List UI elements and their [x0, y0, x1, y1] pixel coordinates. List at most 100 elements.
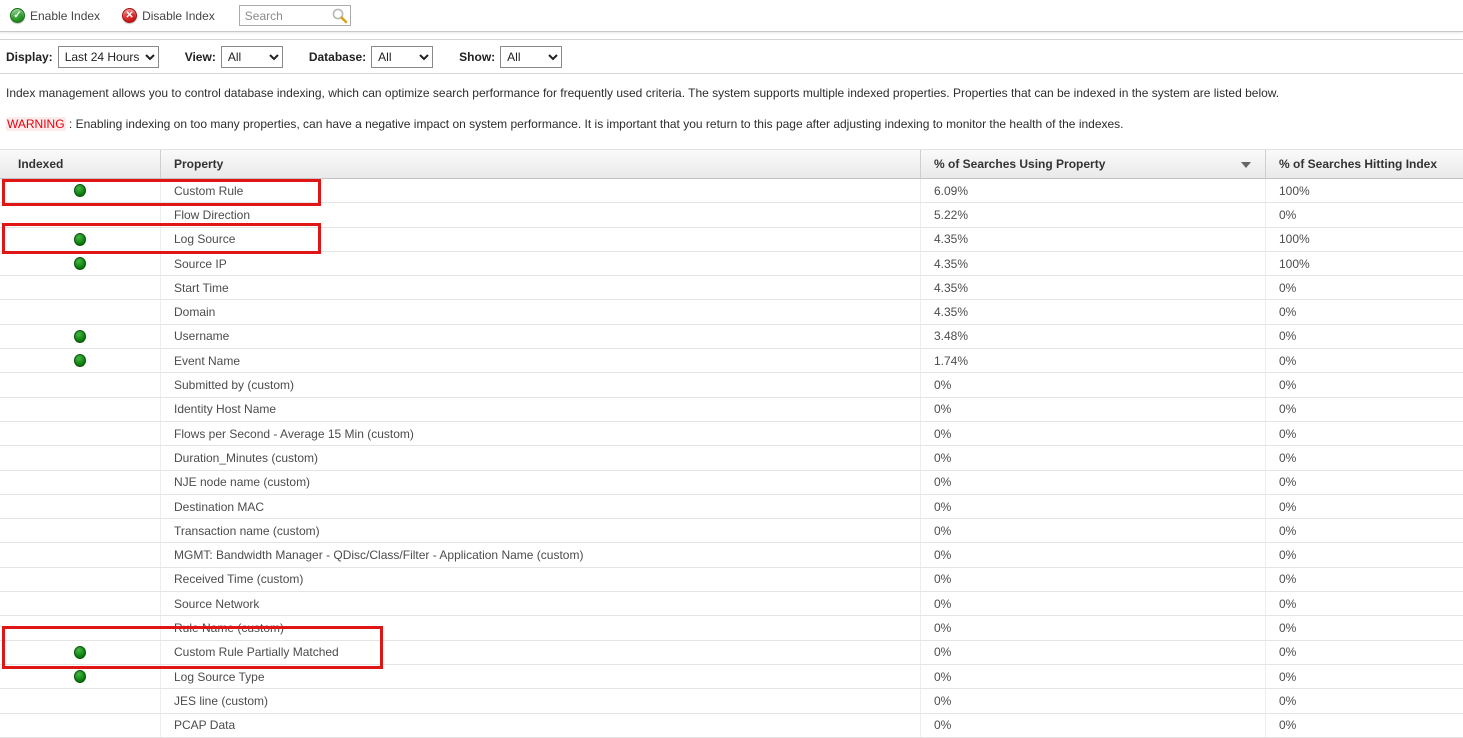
table-row[interactable]: JES line (custom) 0% 0% — [0, 689, 1463, 713]
filter-select-display[interactable]: Last 24 Hours — [58, 46, 159, 68]
index-table: Indexed Property % of Searches Using Pro… — [0, 149, 1463, 738]
indexed-cell — [0, 471, 160, 494]
filter-bar: Display: Last 24 Hours View: All Databas… — [0, 39, 1463, 74]
indexed-dot-icon — [74, 646, 86, 659]
table-header: Indexed Property % of Searches Using Pro… — [0, 149, 1463, 179]
warning-text: WARNING : Enabling indexing on too many … — [0, 100, 1463, 131]
property-cell: NJE node name (custom) — [160, 471, 920, 494]
property-cell: Log Source Type — [160, 665, 920, 688]
searches-hitting-cell: 0% — [1265, 422, 1463, 445]
property-cell: Duration_Minutes (custom) — [160, 446, 920, 469]
property-cell: Username — [160, 325, 920, 348]
table-row[interactable]: Identity Host Name 0% 0% — [0, 398, 1463, 422]
searches-using-cell: 0% — [920, 543, 1265, 566]
search-icon[interactable] — [331, 7, 348, 24]
property-cell: Log Source — [160, 228, 920, 251]
filter-label: Show: — [459, 50, 495, 64]
property-cell: Event Name — [160, 349, 920, 372]
table-row[interactable]: NJE node name (custom) 0% 0% — [0, 471, 1463, 495]
indexed-cell — [0, 519, 160, 542]
property-cell: Received Time (custom) — [160, 568, 920, 591]
column-header-searches-hitting[interactable]: % of Searches Hitting Index — [1265, 150, 1463, 178]
indexed-cell — [0, 689, 160, 712]
table-row[interactable]: Flows per Second - Average 15 Min (custo… — [0, 422, 1463, 446]
table-row[interactable]: Event Name 1.74% 0% — [0, 349, 1463, 373]
searches-using-cell: 0% — [920, 446, 1265, 469]
indexed-cell — [0, 543, 160, 566]
searches-using-cell: 0% — [920, 373, 1265, 396]
indexed-dot-icon — [74, 330, 86, 343]
property-cell: JES line (custom) — [160, 689, 920, 712]
table-row[interactable]: PCAP Data 0% 0% — [0, 714, 1463, 738]
filter-select-show[interactable]: All — [500, 46, 562, 68]
searches-hitting-cell: 0% — [1265, 641, 1463, 664]
searches-using-cell: 0% — [920, 616, 1265, 639]
indexed-dot-icon — [74, 354, 86, 367]
table-row[interactable]: Custom Rule Partially Matched 0% 0% — [0, 641, 1463, 665]
indexed-cell — [0, 276, 160, 299]
column-header-indexed[interactable]: Indexed — [0, 150, 160, 178]
disable-index-label: Disable Index — [142, 9, 215, 23]
disable-x-icon: ✕ — [122, 8, 137, 23]
sort-descending-icon[interactable] — [1241, 162, 1251, 168]
indexed-cell — [0, 641, 160, 664]
table-row[interactable]: Received Time (custom) 0% 0% — [0, 568, 1463, 592]
table-row[interactable]: MGMT: Bandwidth Manager - QDisc/Class/Fi… — [0, 543, 1463, 567]
searches-using-cell: 0% — [920, 519, 1265, 542]
filter-label: Database: — [309, 50, 366, 64]
searches-using-cell: 0% — [920, 398, 1265, 421]
table-row[interactable]: Flow Direction 5.22% 0% — [0, 203, 1463, 227]
indexed-cell — [0, 203, 160, 226]
search-input[interactable] — [245, 9, 331, 23]
table-row[interactable]: Custom Rule 6.09% 100% — [0, 179, 1463, 203]
indexed-dot-icon — [74, 184, 86, 197]
searches-hitting-cell: 0% — [1265, 300, 1463, 323]
searches-using-cell: 4.35% — [920, 276, 1265, 299]
table-body: Custom Rule 6.09% 100% Flow Direction 5.… — [0, 179, 1463, 738]
table-row[interactable]: Source Network 0% 0% — [0, 592, 1463, 616]
searches-using-cell: 4.35% — [920, 252, 1265, 275]
table-row[interactable]: Start Time 4.35% 0% — [0, 276, 1463, 300]
table-row[interactable]: Log Source 4.35% 100% — [0, 228, 1463, 252]
table-row[interactable]: Destination MAC 0% 0% — [0, 495, 1463, 519]
searches-using-cell: 4.35% — [920, 300, 1265, 323]
searches-hitting-cell: 0% — [1265, 543, 1463, 566]
property-cell: Transaction name (custom) — [160, 519, 920, 542]
table-row[interactable]: Duration_Minutes (custom) 0% 0% — [0, 446, 1463, 470]
filter-select-database[interactable]: All — [371, 46, 433, 68]
search-box[interactable] — [239, 5, 351, 26]
table-row[interactable]: Username 3.48% 0% — [0, 325, 1463, 349]
enable-index-button[interactable]: ✓ Enable Index — [8, 6, 106, 25]
searches-using-cell: 0% — [920, 495, 1265, 518]
searches-using-cell: 0% — [920, 471, 1265, 494]
table-row[interactable]: Submitted by (custom) 0% 0% — [0, 373, 1463, 397]
filter-select-view[interactable]: All — [221, 46, 283, 68]
indexed-cell — [0, 422, 160, 445]
property-cell: Source Network — [160, 592, 920, 615]
property-cell: Identity Host Name — [160, 398, 920, 421]
table-row[interactable]: Log Source Type 0% 0% — [0, 665, 1463, 689]
searches-hitting-cell: 0% — [1265, 349, 1463, 372]
searches-hitting-cell: 0% — [1265, 568, 1463, 591]
enable-index-label: Enable Index — [30, 9, 100, 23]
indexed-cell — [0, 592, 160, 615]
page-description: Index management allows you to control d… — [0, 74, 1463, 100]
column-header-property[interactable]: Property — [160, 150, 920, 178]
disable-index-button[interactable]: ✕ Disable Index — [120, 6, 221, 25]
property-cell: PCAP Data — [160, 714, 920, 737]
table-row[interactable]: Source IP 4.35% 100% — [0, 252, 1463, 276]
enable-check-icon: ✓ — [10, 8, 25, 23]
property-cell: Flows per Second - Average 15 Min (custo… — [160, 422, 920, 445]
filter-label: Display: — [6, 50, 53, 64]
table-row[interactable]: Rule Name (custom) 0% 0% — [0, 616, 1463, 640]
toolbar: ✓ Enable Index ✕ Disable Index — [0, 0, 1463, 32]
table-row[interactable]: Transaction name (custom) 0% 0% — [0, 519, 1463, 543]
table-row[interactable]: Domain 4.35% 0% — [0, 300, 1463, 324]
searches-using-cell: 0% — [920, 665, 1265, 688]
column-header-searches-using[interactable]: % of Searches Using Property — [920, 150, 1265, 178]
property-cell: Flow Direction — [160, 203, 920, 226]
searches-using-cell: 1.74% — [920, 349, 1265, 372]
property-cell: Rule Name (custom) — [160, 616, 920, 639]
property-cell: Submitted by (custom) — [160, 373, 920, 396]
searches-hitting-cell: 0% — [1265, 665, 1463, 688]
